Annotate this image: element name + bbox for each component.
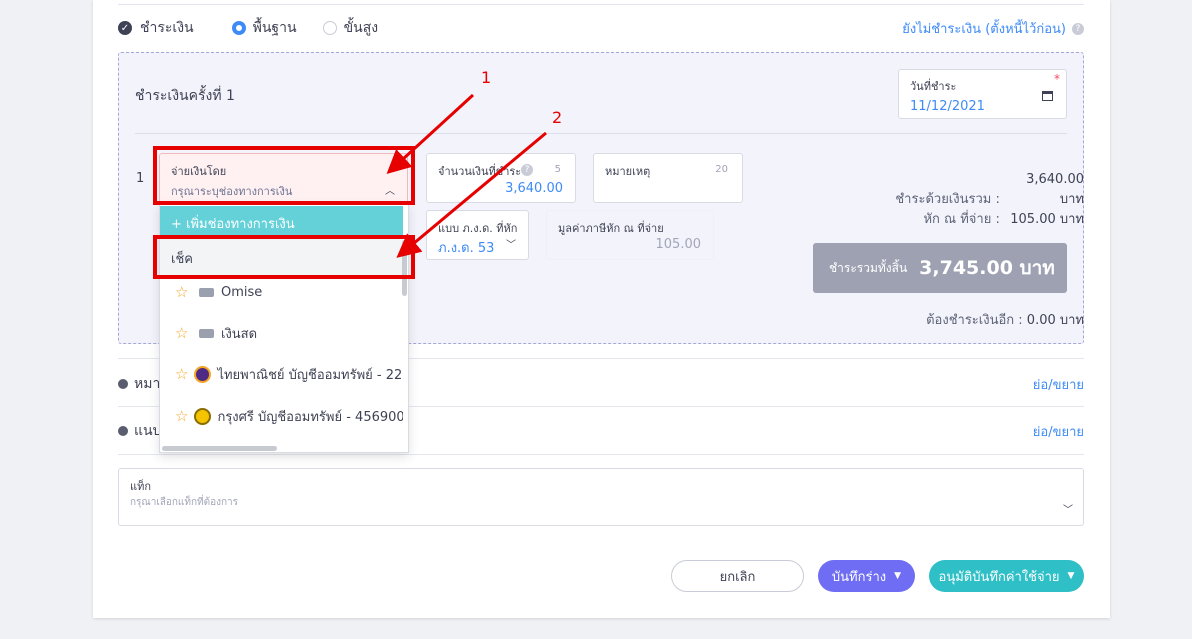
annotation-arrow-1 [386,93,475,175]
annotation-arrow-2 [396,131,547,258]
annotation-arrows [386,93,547,258]
